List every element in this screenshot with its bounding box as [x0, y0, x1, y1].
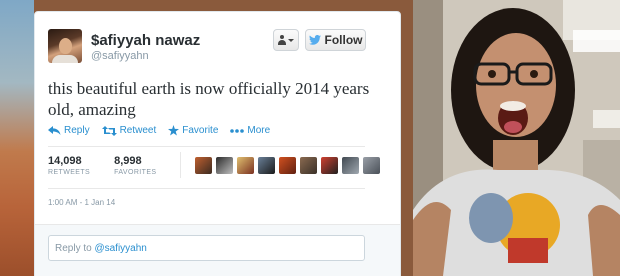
reply-mention: @safiyyahn: [94, 243, 147, 254]
reply-area: Reply to @safiyyahn: [35, 224, 400, 276]
star-icon: [168, 125, 180, 136]
user-handle[interactable]: @safiyyahn: [91, 50, 149, 62]
tweet-actions: Reply Retweet Favorite More: [48, 125, 270, 136]
stats-separator: [180, 152, 182, 178]
retweet-button[interactable]: Retweet: [101, 125, 157, 136]
caret-down-icon: [288, 38, 294, 42]
favorites-count: 8,998: [114, 154, 142, 167]
retweets-count: 14,098: [48, 154, 82, 167]
follow-label: Follow: [324, 33, 363, 47]
user-actions-button[interactable]: [273, 29, 299, 51]
reply-label: Reply: [64, 125, 90, 136]
retweets-stat[interactable]: 14,098 RETWEETS: [48, 155, 90, 176]
favorites-stat[interactable]: 8,998 FAVORITES: [114, 155, 156, 176]
divider: [48, 188, 365, 189]
reply-icon: [48, 126, 61, 135]
favorite-button[interactable]: Favorite: [168, 125, 218, 136]
tweet-stats: 14,098 RETWEETS 8,998 FAVORITES: [48, 152, 381, 178]
avatar[interactable]: [48, 29, 82, 63]
background-left-strip: [0, 0, 34, 276]
more-label: More: [247, 125, 271, 136]
favorite-label: Favorite: [182, 125, 219, 136]
tweet-timestamp[interactable]: 1:00 AM - 1 Jan 14: [48, 198, 115, 207]
favoriter-avatar[interactable]: [300, 156, 318, 174]
twitter-bird-icon: [308, 35, 321, 45]
favoriter-avatar[interactable]: [363, 156, 381, 174]
favoriter-avatar[interactable]: [216, 156, 234, 174]
reply-prefix: Reply to: [55, 243, 95, 254]
favoriter-avatar[interactable]: [342, 156, 360, 174]
display-name[interactable]: $afiyyah nawaz: [91, 32, 200, 49]
favoriter-avatar[interactable]: [321, 156, 339, 174]
divider: [48, 146, 365, 147]
favoriter-avatar[interactable]: [279, 156, 297, 174]
retweets-label: RETWEETS: [48, 168, 91, 176]
tweet-text: this beautiful earth is now officially 2…: [48, 79, 370, 119]
favoriter-avatar[interactable]: [258, 156, 276, 174]
favoriters-avatars: [195, 156, 381, 174]
favoriter-avatar[interactable]: [195, 156, 213, 174]
retweet-label: Retweet: [119, 125, 157, 136]
more-button[interactable]: More: [230, 125, 270, 136]
favoriter-avatar[interactable]: [237, 156, 255, 174]
tweet-card: $afiyyah nawaz @safiyyahn Follow this be…: [34, 11, 401, 276]
more-dots-icon: [230, 128, 245, 133]
reply-input[interactable]: Reply to @safiyyahn: [48, 235, 365, 261]
follow-button[interactable]: Follow: [305, 29, 366, 51]
reply-button[interactable]: Reply: [48, 125, 90, 136]
favorites-label: FAVORITES: [114, 168, 157, 176]
person-icon: [278, 35, 286, 45]
retweet-icon: [101, 125, 117, 136]
selfie-photo: [413, 0, 620, 276]
